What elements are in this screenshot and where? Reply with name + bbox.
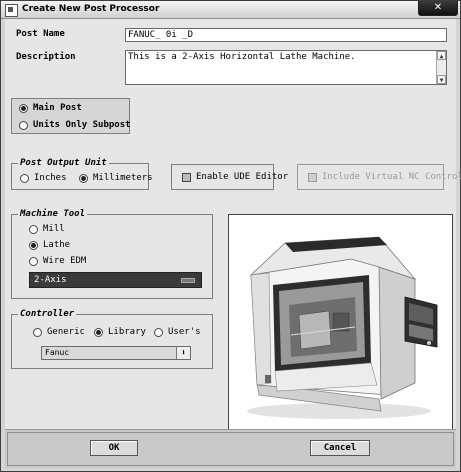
download-icon[interactable]: ⬇: [176, 347, 190, 359]
enable-ude-label: Enable UDE Editor: [196, 172, 289, 182]
scroll-up-icon[interactable]: ▲: [437, 51, 446, 60]
machine-tool-legend: Machine Tool: [18, 209, 88, 219]
close-button[interactable]: ✕: [418, 1, 458, 16]
radio-inches-label: Inches: [34, 173, 67, 183]
radio-icon: [29, 224, 38, 234]
radio-millimeters[interactable]: Millimeters: [79, 173, 153, 183]
radio-library[interactable]: Library: [94, 327, 146, 337]
window-title: Create New Post Processor: [22, 4, 160, 14]
include-virtual-nc-checkbox[interactable]: Include Virtual NC Controller: [308, 172, 461, 182]
button-bar-frame: [7, 432, 454, 466]
controller-group: Controller Generic Library User's Fanuc …: [11, 309, 213, 369]
description-field[interactable]: This is a 2-Axis Horizontal Lathe Machin…: [125, 50, 447, 85]
radio-icon: [29, 240, 38, 250]
description-scrollbar[interactable]: ▲ ▼: [436, 51, 446, 84]
axis-select-value: 2-Axis: [34, 275, 67, 285]
lathe-machine-illustration: [247, 236, 438, 419]
ude-editor-box: Enable UDE Editor: [171, 164, 288, 190]
select-handle-icon: [181, 278, 195, 283]
radio-icon: [20, 173, 29, 183]
radio-units-only-subpost[interactable]: Units Only Subpost: [19, 120, 131, 130]
radio-wire-edm[interactable]: Wire EDM: [29, 256, 86, 266]
radio-wire-edm-label: Wire EDM: [43, 256, 87, 266]
radio-generic[interactable]: Generic: [33, 327, 85, 337]
radio-icon: [29, 256, 38, 266]
enable-ude-checkbox[interactable]: Enable UDE Editor: [182, 172, 288, 182]
radio-main-post[interactable]: Main Post: [19, 103, 82, 113]
radio-generic-label: Generic: [47, 327, 85, 337]
app-icon: [5, 4, 18, 17]
radio-icon: [154, 327, 163, 337]
radio-users[interactable]: User's: [154, 327, 201, 337]
checkbox-icon: [182, 172, 191, 182]
post-name-field[interactable]: FANUC_ 0i _D: [125, 28, 447, 42]
radio-units-only-label: Units Only Subpost: [33, 120, 131, 130]
radio-inches[interactable]: Inches: [20, 173, 67, 183]
radio-icon: [79, 173, 88, 183]
machine-tool-group: Machine Tool Mill Lathe Wire EDM 2-Axis: [11, 209, 213, 299]
radio-lathe[interactable]: Lathe: [29, 240, 70, 250]
button-bar: OK Cancel: [5, 429, 456, 468]
dialog-window: Create New Post Processor ✕ Post Name FA…: [0, 0, 461, 472]
cancel-button[interactable]: Cancel: [310, 440, 370, 456]
output-unit-group: Post Output Unit Inches Millimeters: [11, 158, 153, 190]
scroll-down-icon[interactable]: ▼: [437, 75, 446, 84]
post-name-label: Post Name: [16, 29, 65, 39]
machine-preview-image: [228, 214, 453, 437]
ok-button[interactable]: OK: [90, 440, 138, 456]
radio-icon: [19, 103, 28, 113]
description-value: This is a 2-Axis Horizontal Lathe Machin…: [128, 52, 356, 62]
description-label: Description: [16, 52, 76, 62]
radio-users-label: User's: [168, 327, 201, 337]
radio-icon: [19, 120, 28, 130]
controller-library-value: Fanuc: [45, 348, 70, 357]
radio-mill[interactable]: Mill: [29, 224, 65, 234]
include-virtual-nc-label: Include Virtual NC Controller: [322, 172, 461, 182]
dialog-body: Post Name FANUC_ 0i _D Description This …: [5, 19, 461, 466]
post-name-value: FANUC_ 0i _D: [128, 30, 194, 40]
controller-legend: Controller: [18, 309, 77, 319]
output-unit-legend: Post Output Unit: [18, 158, 109, 168]
checkbox-icon: [308, 172, 317, 182]
controller-library-select[interactable]: Fanuc ⬇: [41, 346, 191, 360]
radio-library-label: Library: [108, 327, 146, 337]
radio-millimeters-label: Millimeters: [93, 173, 153, 183]
virtual-nc-box: Include Virtual NC Controller: [297, 164, 461, 190]
post-type-group: Main Post Units Only Subpost: [11, 98, 131, 134]
radio-lathe-label: Lathe: [43, 240, 71, 250]
axis-select[interactable]: 2-Axis: [29, 272, 202, 288]
radio-icon: [33, 327, 42, 337]
radio-main-post-label: Main Post: [33, 103, 82, 113]
radio-mill-label: Mill: [43, 224, 65, 234]
title-bar[interactable]: Create New Post Processor ✕: [1, 1, 460, 19]
radio-icon: [94, 327, 103, 337]
